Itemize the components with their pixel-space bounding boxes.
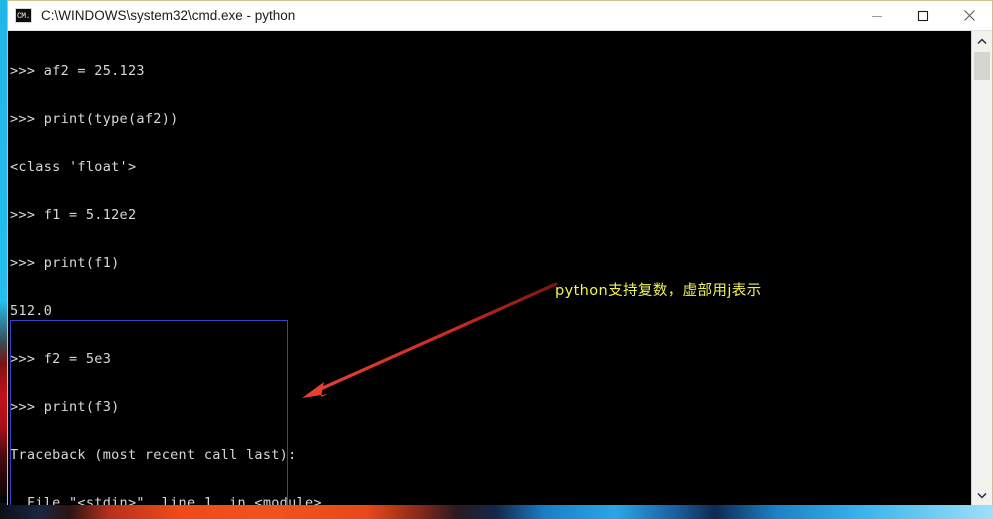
annotation-callout-text: python支持复数，虚部用j表示 [555, 283, 762, 299]
chevron-down-icon [977, 492, 987, 499]
minimize-button[interactable] [854, 1, 900, 31]
scrollbar-down-arrow[interactable] [972, 485, 992, 505]
console-output: >>> af2 = 25.123 >>> print(type(af2)) <c… [10, 31, 322, 505]
screen-root: CM. C:\WINDOWS\system32\cmd.exe - python [0, 0, 993, 519]
annotation-arrow [302, 282, 558, 398]
window-titlebar[interactable]: CM. C:\WINDOWS\system32\cmd.exe - python [8, 1, 992, 31]
maximize-button[interactable] [900, 1, 946, 31]
scrollbar-up-arrow[interactable] [972, 31, 992, 51]
chevron-up-icon [977, 37, 987, 44]
console-line: >>> print(f1) [10, 255, 120, 271]
console-line: Traceback (most recent call last): [10, 447, 297, 463]
console-line: >>> print(type(af2)) [10, 111, 179, 127]
console-line: <class 'float'> [10, 159, 137, 175]
close-icon [963, 10, 975, 21]
close-button[interactable] [946, 1, 992, 31]
desktop-wallpaper-bottom [0, 503, 993, 519]
cmd-window: CM. C:\WINDOWS\system32\cmd.exe - python [7, 0, 993, 505]
console-line: >>> f1 = 5.12e2 [10, 207, 137, 223]
window-controls [854, 1, 992, 31]
cmd-exe-icon: CM. [15, 8, 32, 23]
console-line: >>> f2 = 5e3 [10, 351, 112, 367]
console-line: >>> af2 = 25.123 [10, 63, 145, 79]
minimize-icon [872, 15, 882, 17]
console-line: 512.0 [10, 303, 53, 319]
console-body[interactable]: >>> af2 = 25.123 >>> print(type(af2)) <c… [8, 31, 992, 505]
console-line: >>> print(f3) [10, 399, 120, 415]
scrollbar-thumb[interactable] [974, 52, 990, 80]
console-line: File "<stdin>", line 1, in <module> [10, 495, 322, 505]
window-title: C:\WINDOWS\system32\cmd.exe - python [41, 8, 296, 23]
maximize-icon [917, 10, 929, 21]
console-scrollbar[interactable] [971, 31, 992, 505]
